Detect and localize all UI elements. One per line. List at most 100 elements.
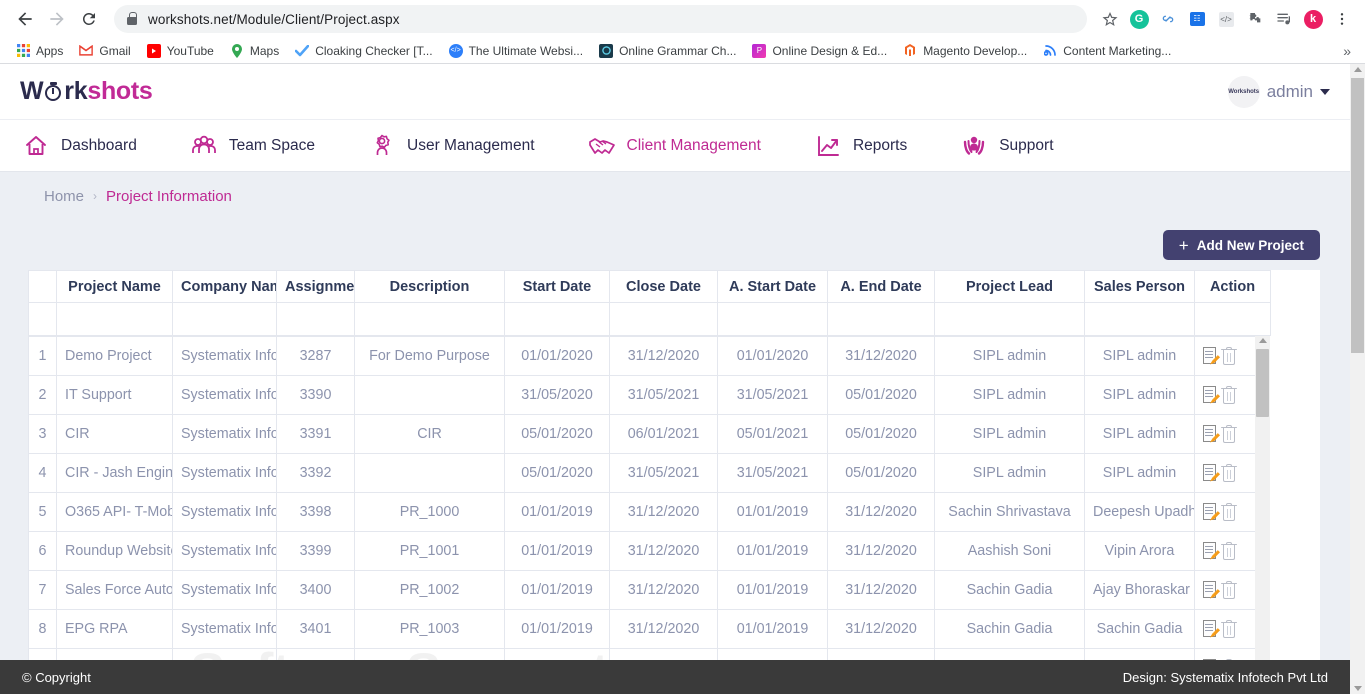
bookmark-gmail[interactable]: Gmail	[71, 41, 138, 61]
puzzle-extensions-icon[interactable]	[1242, 6, 1268, 32]
chart-line-icon	[814, 133, 842, 159]
cell-actual-start: 01/01/2020	[718, 337, 828, 376]
nav-item-user-management[interactable]: User Management	[368, 133, 535, 159]
table-row[interactable]: 8EPG RPASystematix Infotech Pvt Ltd3401P…	[29, 610, 1271, 649]
bookmark-grammar-checker[interactable]: Online Grammar Ch...	[591, 41, 744, 61]
bookmark-online-design[interactable]: P Online Design & Ed...	[744, 41, 895, 61]
nav-item-support[interactable]: Support	[960, 133, 1053, 159]
add-new-project-button[interactable]: + Add New Project	[1163, 230, 1320, 260]
cell-close-date: 31/12/2020	[610, 532, 718, 571]
edit-pencil-icon[interactable]	[1203, 542, 1220, 561]
cell-description: PR_1001	[355, 532, 505, 571]
filter-description[interactable]	[355, 303, 505, 336]
table-row[interactable]: 6Roundup WebsiteSystematix Infotech Pvt …	[29, 532, 1271, 571]
col-project-lead[interactable]: Project Lead	[935, 271, 1085, 303]
trash-delete-icon[interactable]	[1221, 386, 1238, 405]
bookmark-content-marketing[interactable]: Content Marketing...	[1035, 41, 1179, 61]
table-row[interactable]: 1Demo ProjectSystematix Infotech Pvt Ltd…	[29, 337, 1271, 376]
edit-pencil-icon[interactable]	[1203, 503, 1220, 522]
filter-actual-end[interactable]	[828, 303, 935, 336]
nav-item-dashboard[interactable]: Dashboard	[22, 133, 137, 159]
bookmark-ultimate-website[interactable]: </> The Ultimate Websi...	[441, 41, 591, 61]
trash-delete-icon[interactable]	[1221, 620, 1238, 639]
table-row[interactable]: 3CIRSystematix Infotech Pvt Ltd3391CIR05…	[29, 415, 1271, 454]
bookmark-magento[interactable]: Magento Develop...	[895, 41, 1035, 61]
filter-actual-start[interactable]	[718, 303, 828, 336]
table-row[interactable]: 5O365 API- T-MobileSystematix Infotech P…	[29, 493, 1271, 532]
filter-project-lead[interactable]	[935, 303, 1085, 336]
table-vertical-scrollbar[interactable]	[1255, 336, 1270, 676]
table-row[interactable]: 7Sales Force AutomationSystematix Infote…	[29, 571, 1271, 610]
edit-pencil-icon[interactable]	[1203, 464, 1220, 483]
col-description[interactable]: Description	[355, 271, 505, 303]
bookmark-cloaking-checker[interactable]: Cloaking Checker [T...	[287, 41, 440, 61]
scroll-up-icon[interactable]	[1259, 338, 1267, 343]
trash-delete-icon[interactable]	[1221, 464, 1238, 483]
grammarly-icon[interactable]: G	[1126, 6, 1152, 32]
col-actual-end[interactable]: A. End Date	[828, 271, 935, 303]
edit-pencil-icon[interactable]	[1203, 425, 1220, 444]
cell-assignment: 3390	[277, 376, 355, 415]
page-vertical-scrollbar[interactable]	[1350, 64, 1365, 694]
col-assignment[interactable]: AssignmentNo	[277, 271, 355, 303]
scrollbar-thumb[interactable]	[1351, 78, 1364, 353]
edit-pencil-icon[interactable]	[1203, 347, 1220, 366]
cell-description: CIR	[355, 415, 505, 454]
table-row[interactable]: 2IT SupportSystematix Infotech Pvt Ltd33…	[29, 376, 1271, 415]
col-actual-start[interactable]: A. Start Date	[718, 271, 828, 303]
user-menu[interactable]: Workshots admin	[1228, 76, 1330, 108]
trash-delete-icon[interactable]	[1221, 542, 1238, 561]
scroll-down-icon[interactable]	[1354, 686, 1362, 691]
back-arrow-icon[interactable]	[10, 4, 40, 34]
table-row[interactable]: 4CIR - Jash EngineeringSystematix Infote…	[29, 454, 1271, 493]
edit-pencil-icon[interactable]	[1203, 581, 1220, 600]
link-icon[interactable]	[1155, 6, 1181, 32]
col-company[interactable]: Company Name	[173, 271, 277, 303]
scrollbar-thumb[interactable]	[1256, 349, 1269, 417]
cell-company: Systematix Infotech Pvt Ltd	[173, 454, 277, 493]
profile-avatar[interactable]: k	[1300, 6, 1326, 32]
reading-list-icon[interactable]	[1271, 6, 1297, 32]
col-index[interactable]	[29, 271, 57, 303]
cell-actual-end: 05/01/2020	[828, 454, 935, 493]
edit-pencil-icon[interactable]	[1203, 386, 1220, 405]
filter-company[interactable]	[173, 303, 277, 336]
translate-icon[interactable]: ☷	[1184, 6, 1210, 32]
col-sales-person[interactable]: Sales Person	[1085, 271, 1195, 303]
trash-delete-icon[interactable]	[1221, 425, 1238, 444]
nav-item-client-management[interactable]: Client Management	[588, 133, 761, 159]
filter-assignment[interactable]	[277, 303, 355, 336]
col-action[interactable]: Action	[1195, 271, 1271, 303]
code-icon[interactable]: </>	[1213, 6, 1239, 32]
reload-icon[interactable]	[74, 4, 104, 34]
trash-delete-icon[interactable]	[1221, 581, 1238, 600]
filter-close-date[interactable]	[610, 303, 718, 336]
nav-item-reports[interactable]: Reports	[814, 133, 907, 159]
three-dot-menu-icon[interactable]	[1329, 6, 1355, 32]
bookmark-youtube[interactable]: YouTube	[139, 41, 222, 61]
bookmark-maps[interactable]: Maps	[222, 41, 287, 61]
address-bar[interactable]: workshots.net/Module/Client/Project.aspx	[114, 5, 1087, 33]
col-close-date[interactable]: Close Date	[610, 271, 718, 303]
bookmark-label: YouTube	[167, 44, 214, 58]
trash-delete-icon[interactable]	[1221, 503, 1238, 522]
nav-item-team-space[interactable]: Team Space	[190, 133, 315, 159]
bookmarks-overflow-icon[interactable]: »	[1343, 43, 1357, 59]
trash-delete-icon[interactable]	[1221, 347, 1238, 366]
filter-start-date[interactable]	[505, 303, 610, 336]
magento-icon	[903, 44, 917, 58]
bookmark-label: Cloaking Checker [T...	[315, 44, 432, 58]
col-project-name[interactable]: Project Name	[57, 271, 173, 303]
filter-project-name[interactable]	[57, 303, 173, 336]
nav-label: Dashboard	[61, 137, 137, 155]
edit-pencil-icon[interactable]	[1203, 620, 1220, 639]
filter-sales-person[interactable]	[1085, 303, 1195, 336]
col-start-date[interactable]: Start Date	[505, 271, 610, 303]
breadcrumb-home[interactable]: Home	[44, 188, 84, 205]
chevron-down-icon[interactable]	[1320, 89, 1330, 95]
bookmark-apps[interactable]: Apps	[8, 41, 71, 61]
bookmark-star-icon[interactable]	[1097, 6, 1123, 32]
workshots-logo[interactable]: W rk shots	[20, 77, 153, 106]
forward-arrow-icon[interactable]	[42, 4, 72, 34]
scroll-up-icon[interactable]	[1354, 67, 1362, 72]
